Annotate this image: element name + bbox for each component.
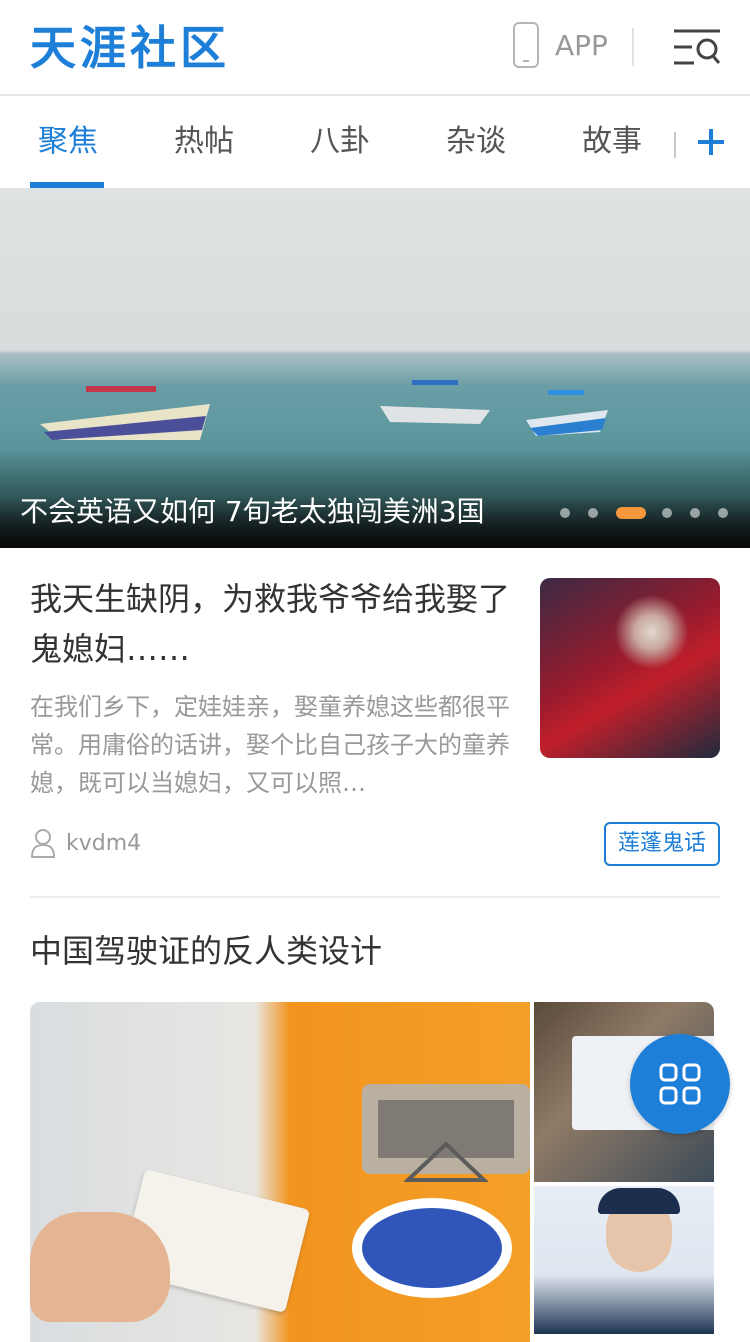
- plus-icon[interactable]: [698, 128, 724, 156]
- tab-chat[interactable]: 杂谈: [446, 122, 506, 162]
- triangle-icon: [404, 1141, 488, 1182]
- article-title-2[interactable]: 中国驾驶证的反人类设计: [30, 926, 382, 976]
- carousel-dot[interactable]: [662, 508, 672, 518]
- reader-badge: [352, 1198, 512, 1298]
- apps-grid-button[interactable]: [630, 1034, 730, 1134]
- phone-icon[interactable]: [513, 22, 539, 68]
- article-image-large[interactable]: [30, 1002, 530, 1342]
- author-name[interactable]: kvdm4: [66, 828, 141, 860]
- tab-stories[interactable]: 故事: [582, 122, 642, 162]
- apps-grid-icon: [659, 1063, 701, 1105]
- site-logo[interactable]: 天涯社区: [30, 20, 230, 76]
- top-header: 天涯社区 APP: [0, 0, 750, 96]
- tab-hot-posts[interactable]: 热帖: [174, 122, 234, 162]
- channel-tabs: 聚焦 热帖 八卦 杂谈 故事: [0, 96, 750, 188]
- carousel-dot[interactable]: [588, 508, 598, 518]
- officer-cap: [598, 1188, 680, 1214]
- carousel-dot[interactable]: [560, 508, 570, 518]
- tab-separator: [674, 132, 676, 158]
- carousel-dot[interactable]: [718, 508, 728, 518]
- banner-caption: 不会英语又如何 7旬老太独闯美洲3国: [20, 495, 485, 528]
- carousel-dot[interactable]: [690, 508, 700, 518]
- forum-tag-button[interactable]: 莲蓬鬼话: [604, 822, 720, 866]
- menu-search-icon[interactable]: [674, 28, 720, 66]
- hand-image: [30, 1212, 170, 1322]
- article-thumbnail[interactable]: [540, 578, 720, 758]
- app-download-link[interactable]: APP: [555, 28, 608, 64]
- tab-focus[interactable]: 聚焦: [38, 122, 98, 162]
- article-image-small-2[interactable]: [534, 1186, 714, 1334]
- headline-banner[interactable]: 不会英语又如何 7旬老太独闯美洲3国: [0, 188, 750, 548]
- user-icon: [30, 829, 56, 858]
- article-title[interactable]: 我天生缺阴，为救我爷爷给我娶了鬼媳妇……: [30, 574, 520, 674]
- feed-divider: [30, 896, 720, 898]
- carousel-dot-active[interactable]: [616, 507, 646, 519]
- article-excerpt[interactable]: 在我们乡下，定娃娃亲，娶童养媳这些都很平常。用庸俗的话讲，娶个比自己孩子大的童养…: [30, 688, 510, 802]
- tab-gossip[interactable]: 八卦: [310, 122, 370, 162]
- header-divider: [632, 28, 634, 66]
